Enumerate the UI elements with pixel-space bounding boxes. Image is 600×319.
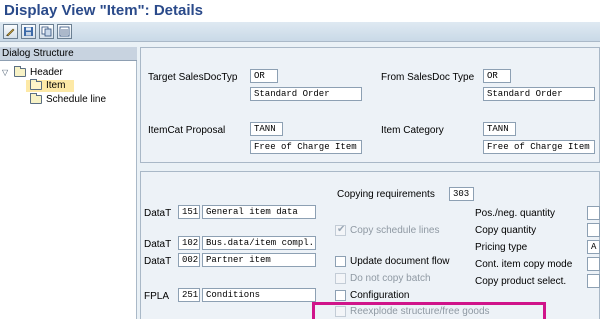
dialog-structure-pane: Dialog Structure ▽ Header Item Schedule … xyxy=(0,47,137,319)
itemcat-proposal-code-field[interactable]: TANN xyxy=(250,122,283,136)
item-category-label: Item Category xyxy=(381,125,444,136)
target-salesdoc-code-field[interactable]: OR xyxy=(250,69,278,83)
item-category-desc-field: Free of Charge Item xyxy=(483,140,595,154)
tree-item-label: Header xyxy=(30,67,63,78)
folder-icon xyxy=(30,93,42,104)
data-row-number-field[interactable]: 151 xyxy=(178,205,200,219)
dialog-structure-header: Dialog Structure xyxy=(0,47,137,61)
data-row-label: DataT xyxy=(144,256,172,267)
copying-requirements-label: Copying requirements xyxy=(337,189,435,200)
do-not-copy-batch-label: Do not copy batch xyxy=(350,273,431,284)
update-document-flow-checkbox[interactable] xyxy=(335,256,346,267)
configuration-checkbox[interactable] xyxy=(335,290,346,301)
copy-icon[interactable] xyxy=(39,24,54,39)
target-salesdoc-desc-field: Standard Order xyxy=(250,87,362,101)
copy-quantity-label: Copy quantity xyxy=(475,225,537,236)
edit-icon[interactable] xyxy=(3,24,18,39)
pos-neg-quantity-label: Pos./neg. quantity xyxy=(475,208,556,219)
copy-schedule-lines-label: Copy schedule lines xyxy=(350,225,440,236)
copy-product-select-label: Copy product select. xyxy=(475,276,567,287)
data-row-number-field[interactable]: 102 xyxy=(178,236,200,250)
copy-schedule-lines-checkbox[interactable]: ✔ xyxy=(335,224,346,236)
data-row-desc-field: General item data xyxy=(202,205,316,219)
save-icon[interactable] xyxy=(21,24,36,39)
itemcat-proposal-label: ItemCat Proposal xyxy=(148,125,226,136)
tree-item-label: Schedule line xyxy=(46,94,107,105)
title-bar: Display View "Item": Details xyxy=(0,0,600,22)
from-salesdoc-label: From SalesDoc Type xyxy=(381,72,475,83)
data-row-label: DataT xyxy=(144,208,172,219)
tree-item-label: Item xyxy=(46,80,66,91)
highlight-box xyxy=(312,302,546,319)
open-folder-icon xyxy=(30,79,42,90)
item-category-code-field[interactable]: TANN xyxy=(483,122,516,136)
itemcat-proposal-desc-field: Free of Charge Item xyxy=(250,140,362,154)
cont-item-copy-mode-label: Cont. item copy mode xyxy=(475,259,573,270)
window-title: Display View "Item": Details xyxy=(4,2,204,19)
overview-icon[interactable] xyxy=(57,24,72,39)
pricing-type-label: Pricing type xyxy=(475,242,528,253)
data-row-number-field[interactable]: 002 xyxy=(178,253,200,267)
copy-quantity-field[interactable] xyxy=(587,223,600,237)
doc-type-panel: Target SalesDocTyp OR Standard Order Fro… xyxy=(140,47,600,163)
folder-icon xyxy=(14,66,26,77)
from-salesdoc-code-field[interactable]: OR xyxy=(483,69,511,83)
data-row-label: FPLA xyxy=(144,291,170,302)
do-not-copy-batch-checkbox[interactable] xyxy=(335,273,346,284)
copy-control-panel: Copying requirements 303 DataT 151 Gener… xyxy=(140,171,600,319)
data-row-desc-field: Conditions xyxy=(202,288,316,302)
data-row-label: DataT xyxy=(144,239,172,250)
cont-item-copy-mode-field[interactable] xyxy=(587,257,600,271)
update-document-flow-label: Update document flow xyxy=(350,256,450,267)
pos-neg-quantity-field[interactable] xyxy=(587,206,600,220)
pricing-type-field[interactable]: A xyxy=(587,240,600,254)
data-row-number-field[interactable]: 251 xyxy=(178,288,200,302)
from-salesdoc-desc-field: Standard Order xyxy=(483,87,595,101)
configuration-label: Configuration xyxy=(350,290,410,301)
tree-item-item[interactable]: Item xyxy=(26,79,74,92)
check-icon: ✔ xyxy=(337,224,346,235)
copying-requirements-field[interactable]: 303 xyxy=(449,187,474,201)
data-row-desc-field: Bus.data/item compl. xyxy=(202,236,316,250)
tree-item-schedule-line[interactable]: Schedule line xyxy=(26,93,136,106)
application-toolbar xyxy=(0,22,600,42)
copy-product-select-field[interactable] xyxy=(587,274,600,288)
target-salesdoc-label: Target SalesDocTyp xyxy=(148,72,238,83)
data-row-desc-field: Partner item xyxy=(202,253,316,267)
tree-item-header[interactable]: ▽ Header xyxy=(2,66,136,79)
collapse-toggle-icon[interactable]: ▽ xyxy=(2,68,11,77)
